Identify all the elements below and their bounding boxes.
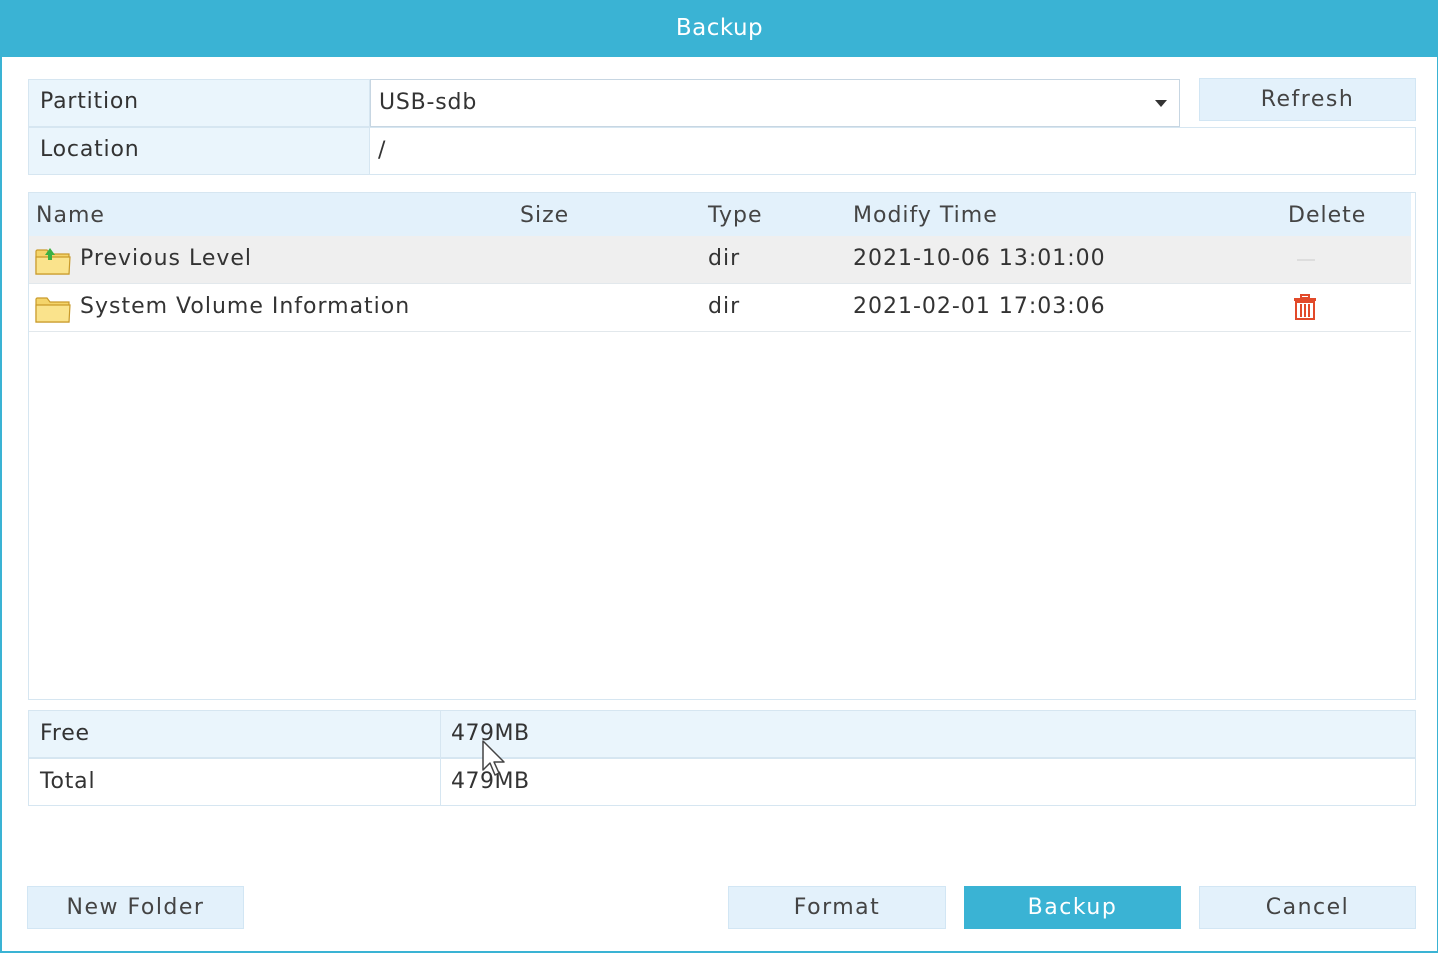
trash-icon[interactable] [1293, 294, 1317, 320]
free-value: 479MB [441, 710, 1416, 758]
partition-row: Partition USB-sdb [28, 79, 1180, 127]
table-row[interactable]: System Volume Information dir 2021-02-01… [29, 284, 1411, 332]
row-modify-time: 2021-10-06 13:01:00 [853, 246, 1106, 271]
table-header: Name Size Type Modify Time Delete [29, 193, 1411, 236]
delete-disabled-dash [1297, 259, 1315, 261]
folder-up-icon [35, 248, 71, 275]
total-label: Total [28, 758, 441, 806]
total-row: Total 479MB [28, 758, 1416, 806]
row-name: Previous Level [80, 246, 253, 271]
partition-label: Partition [28, 79, 370, 127]
mouse-pointer-icon [482, 740, 505, 776]
column-header-name: Name [36, 203, 105, 228]
file-table: Name Size Type Modify Time Delete Previo… [28, 192, 1416, 700]
partition-select[interactable]: USB-sdb [370, 79, 1180, 127]
cancel-button[interactable]: Cancel [1199, 886, 1416, 929]
chevron-down-icon[interactable] [1155, 100, 1167, 107]
column-header-size: Size [520, 203, 570, 228]
dialog-title: Backup [2, 0, 1437, 57]
free-label: Free [28, 710, 441, 758]
row-type: dir [708, 246, 741, 271]
table-row[interactable]: Previous Level dir 2021-10-06 13:01:00 [29, 236, 1411, 284]
column-header-type: Type [708, 203, 763, 228]
row-type: dir [708, 294, 741, 319]
partition-value: USB-sdb [379, 90, 478, 115]
free-row: Free 479MB [28, 710, 1416, 758]
new-folder-button[interactable]: New Folder [27, 886, 244, 929]
location-row: Location / [28, 127, 1416, 175]
backup-button[interactable]: Backup [964, 886, 1181, 929]
location-value: / [378, 138, 387, 163]
column-header-delete: Delete [1288, 203, 1367, 228]
folder-icon [35, 297, 71, 323]
column-header-modify-time: Modify Time [853, 203, 998, 228]
backup-dialog: Backup Partition USB-sdb Refresh Locatio… [0, 0, 1438, 953]
location-label: Location [28, 127, 370, 175]
row-name: System Volume Information [80, 294, 411, 319]
format-button[interactable]: Format [728, 886, 946, 929]
refresh-button[interactable]: Refresh [1199, 78, 1416, 121]
row-modify-time: 2021-02-01 17:03:06 [853, 294, 1106, 319]
location-field[interactable]: / [370, 127, 1416, 175]
total-value: 479MB [441, 758, 1416, 806]
